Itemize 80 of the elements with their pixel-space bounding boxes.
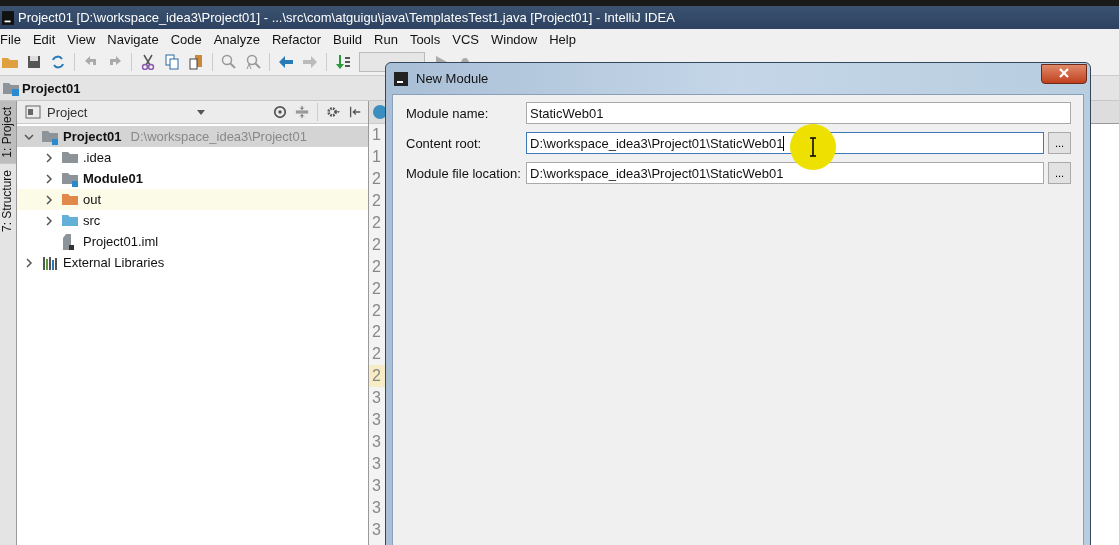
tree-row[interactable]: out [17, 189, 368, 210]
menu-item[interactable]: Code [170, 31, 208, 47]
menu-item[interactable]: Navigate [107, 31, 165, 47]
menu-item[interactable]: Analyze [213, 31, 266, 47]
tree-row[interactable]: Module01 [17, 168, 368, 189]
tree-row[interactable]: Project01 D:\workspace_idea3\Project01 [17, 126, 368, 147]
line-number: 3 [371, 476, 382, 496]
line-number: 3 [371, 454, 382, 475]
tree-item-label: Project01 [63, 129, 122, 144]
gear-icon[interactable] [326, 105, 340, 119]
line-number: 2 [371, 344, 382, 365]
paste-icon[interactable] [188, 54, 204, 70]
menu-item[interactable]: Window [490, 31, 544, 47]
text-field[interactable]: StaticWeb01 [526, 102, 1071, 124]
locate-icon[interactable] [273, 105, 287, 119]
tree-row[interactable]: Project01.iml [17, 231, 368, 252]
line-number: 2 [371, 322, 382, 343]
text-field[interactable]: D:\workspace_idea3\Project01\StaticWeb01 [526, 162, 1044, 184]
menu-item[interactable]: File [0, 31, 27, 47]
line-number: 3 [371, 497, 382, 518]
cut-icon[interactable] [140, 54, 156, 70]
line-number: 2 [371, 256, 382, 277]
view-selector-label: Project [47, 104, 88, 120]
line-number: 3 [371, 432, 382, 453]
tool-window-tab[interactable]: 7: Structure [0, 163, 16, 238]
hide-panel-icon[interactable] [348, 105, 362, 119]
tree-item-label: Module01 [83, 171, 143, 186]
tool-window-tab[interactable]: 1: Project [0, 101, 16, 164]
line-number: 2 [371, 190, 382, 211]
breadcrumb-item[interactable]: Project01 [0, 77, 91, 99]
tree-row[interactable]: src [17, 210, 368, 231]
sync-icon[interactable] [50, 54, 66, 70]
text-field[interactable]: D:\workspace_idea3\Project01\StaticWeb01 [526, 132, 1044, 154]
tree-item-path: D:\workspace_idea3\Project01 [130, 129, 307, 144]
window-title: Project01 [D:\workspace_idea3\Project01] - ...\src\com\atguigu\java\TemplatesTest1.java [Project01] - IntelliJ IDEA [18, 10, 675, 25]
line-number: 3 [371, 410, 382, 431]
line-number: 2 [371, 300, 382, 321]
field-label: Content root: [406, 135, 483, 151]
field-label: Module name: [406, 105, 490, 121]
line-number: 2 [371, 212, 382, 233]
project-view-icon [25, 104, 41, 120]
build-icon[interactable] [335, 54, 351, 70]
menu-item[interactable]: VCS [452, 31, 485, 47]
line-number: 1 [371, 146, 382, 167]
line-number: 1 [371, 125, 382, 145]
menu-item[interactable]: Tools [409, 31, 447, 47]
text-cursor-icon [809, 137, 817, 157]
line-number: 3 [371, 519, 382, 540]
menu-item[interactable]: Refactor [271, 31, 328, 47]
project-folder-icon [42, 128, 58, 145]
dropdown-caret-icon [197, 109, 205, 115]
menu-item[interactable]: View [67, 31, 102, 47]
tree-item-label: External Libraries [63, 255, 165, 270]
tree-item-label: out [83, 192, 102, 207]
app-logo-icon [2, 9, 14, 26]
menu-item[interactable]: Edit [32, 31, 62, 47]
libraries-icon [42, 254, 58, 271]
project-folder-icon [3, 80, 19, 96]
tree-row[interactable]: External Libraries [17, 252, 368, 273]
field-label: Module file location: [406, 165, 522, 181]
line-number: 2 [371, 234, 382, 255]
tree-row[interactable]: .idea [17, 147, 368, 168]
dialog-title: New Module [416, 71, 489, 86]
back-arrow-icon[interactable] [278, 54, 294, 70]
tree-item-label: src [83, 213, 101, 228]
line-number: 2 [371, 168, 382, 189]
close-icon [1059, 68, 1069, 78]
save-icon[interactable] [26, 54, 42, 70]
menu-item[interactable]: Build [333, 31, 368, 47]
line-number: 3 [371, 388, 382, 409]
browse-button[interactable]: ... [1048, 132, 1071, 154]
menu-item[interactable]: Run [374, 31, 404, 47]
menu-item[interactable]: Help [549, 31, 582, 47]
tree-item-label: Project01.iml [83, 234, 159, 249]
intellij-logo-icon [394, 71, 408, 86]
browse-button[interactable]: ... [1048, 162, 1071, 184]
close-button[interactable] [1041, 63, 1087, 84]
line-number: 2 [371, 278, 382, 299]
tree-item-label: .idea [83, 150, 112, 165]
copy-icon[interactable] [164, 54, 180, 70]
